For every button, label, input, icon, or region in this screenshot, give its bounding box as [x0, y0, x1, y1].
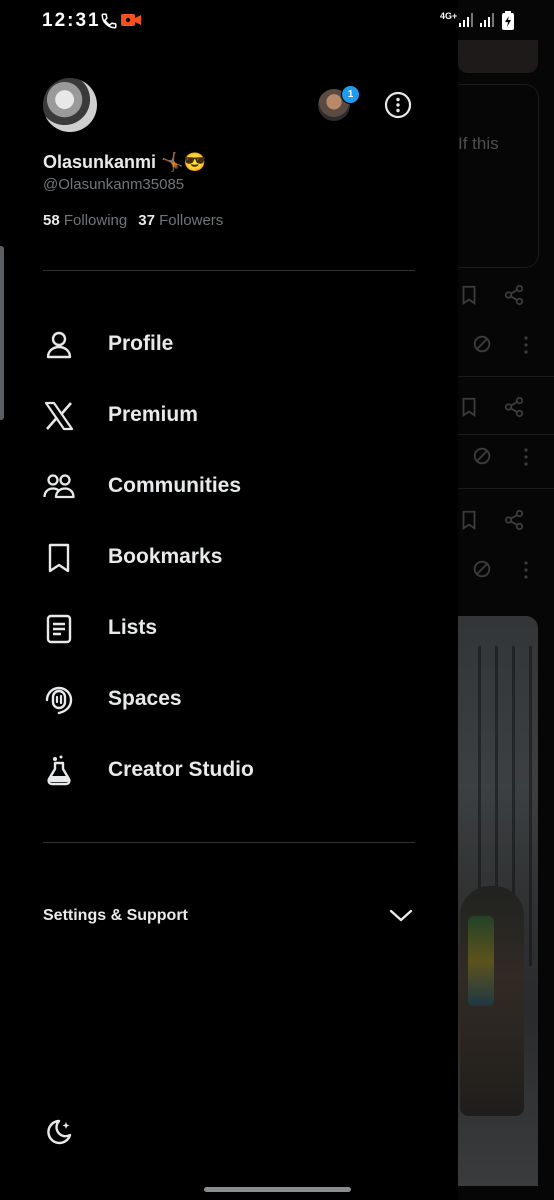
- menu-item-label: Profile: [108, 332, 174, 355]
- home-indicator[interactable]: [204, 1187, 351, 1192]
- menu-item-spaces[interactable]: Spaces: [0, 669, 440, 731]
- list-icon: [42, 612, 76, 646]
- menu-item-label: Bookmarks: [108, 545, 223, 568]
- display-name[interactable]: Olasunkanmi 🤸🏾😎: [43, 152, 206, 173]
- followers-link[interactable]: 37 Followers: [138, 212, 223, 229]
- more-circle-icon: [384, 91, 412, 119]
- bookmark-icon: [42, 541, 76, 575]
- status-bar: 12:31 4G+: [0, 0, 554, 44]
- menu-item-label: Lists: [108, 616, 158, 639]
- phone-call-icon: [100, 12, 118, 35]
- followers-count: 37: [138, 212, 155, 229]
- menu-item-premium[interactable]: Premium: [0, 385, 440, 447]
- communities-icon: [42, 470, 76, 504]
- follow-stats: 58 Following 37 Followers: [43, 212, 223, 229]
- menu-item-label: Communities: [108, 474, 242, 497]
- followers-label: Followers: [159, 212, 224, 229]
- network-type: 4G+: [440, 11, 458, 21]
- spaces-icon: [42, 683, 76, 717]
- menu-item-lists[interactable]: Lists: [0, 598, 440, 660]
- signal-icon: [458, 12, 474, 33]
- settings-support-label: Settings & Support: [43, 907, 188, 924]
- notification-badge: 1: [341, 85, 360, 104]
- following-count: 58: [43, 212, 60, 229]
- divider: [43, 270, 415, 271]
- more-options-button[interactable]: [384, 91, 412, 119]
- menu-item-label: Premium: [108, 403, 198, 426]
- settings-support-toggle[interactable]: Settings & Support: [0, 892, 440, 940]
- avatar[interactable]: [43, 78, 97, 132]
- status-time: 12:31: [42, 10, 101, 31]
- chevron-down-icon: [388, 906, 414, 929]
- menu-item-bookmarks[interactable]: Bookmarks: [0, 527, 440, 589]
- following-link[interactable]: 58 Following: [43, 212, 127, 229]
- screen-record-icon: [121, 13, 141, 32]
- moon-icon: [47, 1119, 72, 1145]
- menu-item-creator-studio[interactable]: Creator Studio: [0, 740, 440, 802]
- menu-item-communities[interactable]: Communities: [0, 456, 440, 518]
- drawer-scrim[interactable]: [442, 0, 554, 1200]
- display-theme-button[interactable]: [43, 1117, 73, 1147]
- signal-icon: [479, 12, 495, 33]
- menu-item-label: Spaces: [108, 687, 182, 710]
- following-label: Following: [63, 212, 128, 229]
- divider: [43, 842, 415, 843]
- battery-charging-icon: [501, 11, 515, 36]
- user-handle: @Olasunkanm35085: [43, 176, 185, 193]
- menu-item-profile[interactable]: Profile: [0, 314, 440, 376]
- flask-icon: [42, 754, 76, 788]
- person-icon: [42, 328, 76, 362]
- menu-item-label: Creator Studio: [108, 758, 254, 781]
- x-logo-icon: [42, 399, 76, 433]
